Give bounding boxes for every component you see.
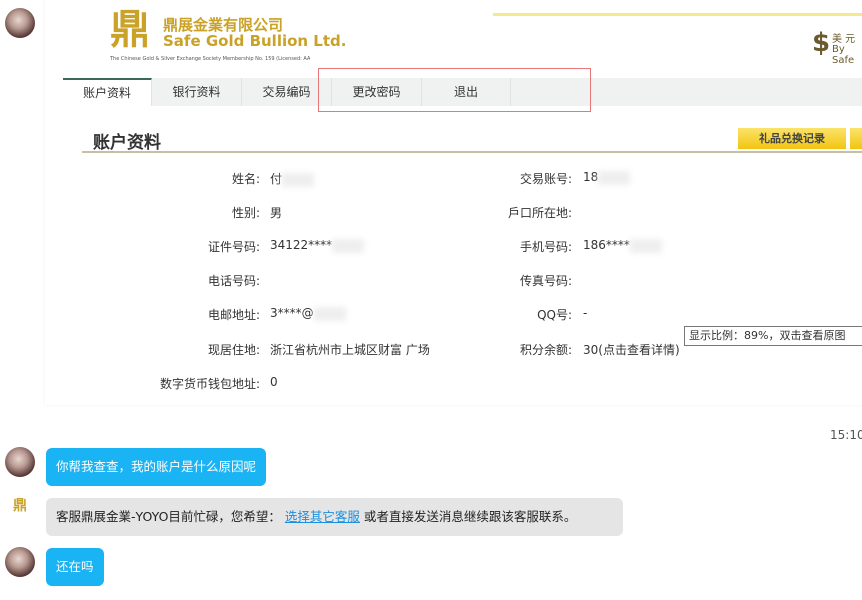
redacted-blur — [598, 170, 631, 185]
message-time: 15:10 — [830, 428, 862, 442]
redacted-blur — [332, 238, 365, 253]
field-value-text: - — [583, 306, 588, 320]
field-label: 传真号码: — [519, 274, 572, 288]
zoom-tooltip: 显示比例：89%，双击查看原图 — [684, 326, 862, 346]
choose-other-service-link[interactable]: 选择其它客服 — [285, 509, 360, 524]
service-text-after: 或者直接发送消息继续跟该客服联系。 — [363, 509, 577, 524]
field-label: 数字货币钱包地址: — [159, 377, 260, 391]
field-label: 电邮地址: — [207, 308, 260, 322]
service-text: 客服鼎展金業-YOYO目前忙碌，您希望： — [56, 509, 281, 524]
usd-label: 美 元 — [832, 34, 856, 45]
user-avatar[interactable] — [5, 8, 35, 38]
field-label: 姓名: — [231, 172, 260, 186]
page-title: 账户资料 — [93, 133, 161, 153]
highlight-box — [318, 68, 591, 112]
field-label: 戶口所在地: — [507, 206, 572, 220]
field-label: 手机号码: — [519, 240, 572, 254]
header-accent-line — [493, 13, 862, 16]
service-message: 客服鼎展金業-YOYO目前忙碌，您希望： 选择其它客服 或者直接发送消息继续跟该… — [46, 498, 623, 536]
field-value-text: 0 — [270, 375, 278, 389]
user-avatar[interactable] — [5, 447, 35, 477]
field-label: 电话号码: — [207, 274, 260, 288]
field-value: 34122**** — [270, 238, 365, 253]
field-value-text: 3****@ — [270, 306, 314, 320]
field-value-text: 30(点击查看详情) — [583, 343, 680, 357]
field-value: 男 — [270, 204, 282, 221]
next-button[interactable] — [850, 128, 862, 149]
field-value: 付 — [270, 170, 315, 187]
redacted-blur — [282, 172, 315, 187]
field-value-text: 浙江省杭州市上城区财富 广场 — [270, 343, 430, 357]
points-balance-link[interactable]: 30(点击查看详情) — [583, 341, 680, 358]
title-divider — [82, 151, 862, 153]
service-avatar[interactable]: 鼎 — [10, 495, 30, 523]
dollar-icon: $ — [812, 28, 831, 58]
usd-sublabel: By Safe — [832, 44, 855, 66]
field-value: 浙江省杭州市上城区财富 广场 — [270, 341, 430, 358]
field-label: 证件号码: — [207, 240, 260, 254]
field-value-text: 18 — [583, 170, 599, 184]
company-logo-mark: 鼎 — [110, 7, 150, 53]
gift-redemption-button[interactable]: 礼品兑换记录 — [738, 128, 846, 149]
field-label: 性别: — [231, 206, 260, 220]
field-label: QQ号: — [537, 308, 572, 322]
field-label: 交易账号: — [519, 172, 572, 186]
field-value: 186**** — [583, 238, 662, 253]
field-value-text: 186**** — [583, 238, 630, 252]
field-label: 现居住地: — [207, 343, 260, 357]
field-value-text: 男 — [270, 206, 283, 220]
redacted-blur — [629, 238, 662, 253]
user-message: 还在吗 — [46, 548, 104, 586]
field-value: - — [583, 306, 587, 320]
field-value-text: 付 — [270, 172, 283, 186]
user-message: 你帮我查查，我的账户是什么原因呢 — [46, 448, 267, 486]
field-value: 0 — [270, 375, 278, 389]
field-value: 3****@ — [270, 306, 346, 321]
redacted-blur — [313, 306, 346, 321]
tab-bank-info[interactable]: 银行资料 — [152, 78, 242, 106]
field-label: 积分余额: — [519, 343, 572, 357]
tab-account-info[interactable]: 账户资料 — [63, 78, 152, 106]
user-avatar[interactable] — [5, 547, 35, 577]
field-value-text: 34122**** — [270, 238, 333, 252]
field-value: 18 — [583, 170, 631, 185]
membership-text: The Chinese Gold & Silver Exchange Socie… — [110, 56, 310, 62]
company-name-en: Safe Gold Bullion Ltd. — [163, 32, 347, 50]
